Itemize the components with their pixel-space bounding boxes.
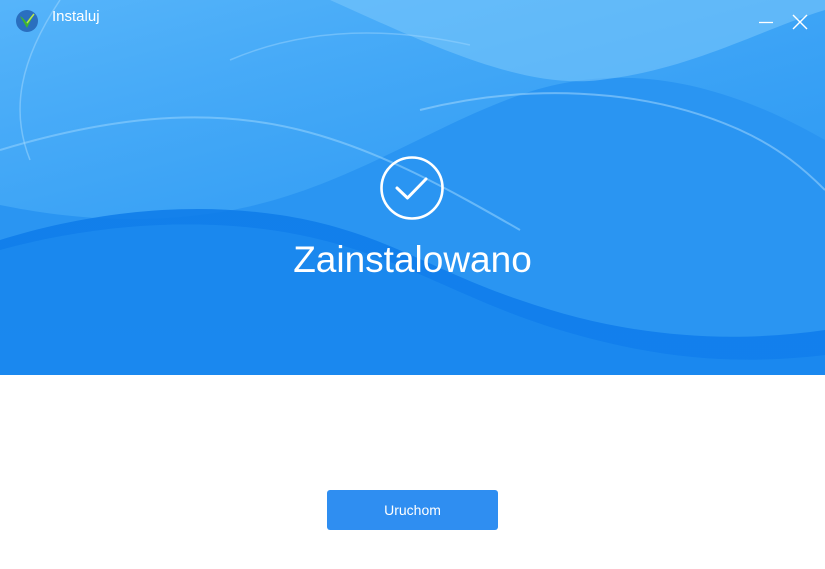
close-button[interactable] — [790, 12, 810, 32]
install-status-title: Zainstalowano — [293, 239, 532, 280]
hero-banner: Instaluj Zainstalowano — [0, 0, 825, 375]
close-icon — [792, 14, 808, 30]
app-logo-icon — [16, 10, 38, 32]
installer-window: Instaluj Zainstalowano Uruchom — [0, 0, 825, 569]
checkmark-circle-icon — [380, 156, 444, 220]
title-bar: Instaluj — [0, 0, 825, 44]
minimize-icon — [759, 21, 773, 24]
minimize-button[interactable] — [756, 12, 776, 32]
window-title: Instaluj — [52, 8, 100, 25]
launch-button[interactable]: Uruchom — [327, 490, 498, 530]
